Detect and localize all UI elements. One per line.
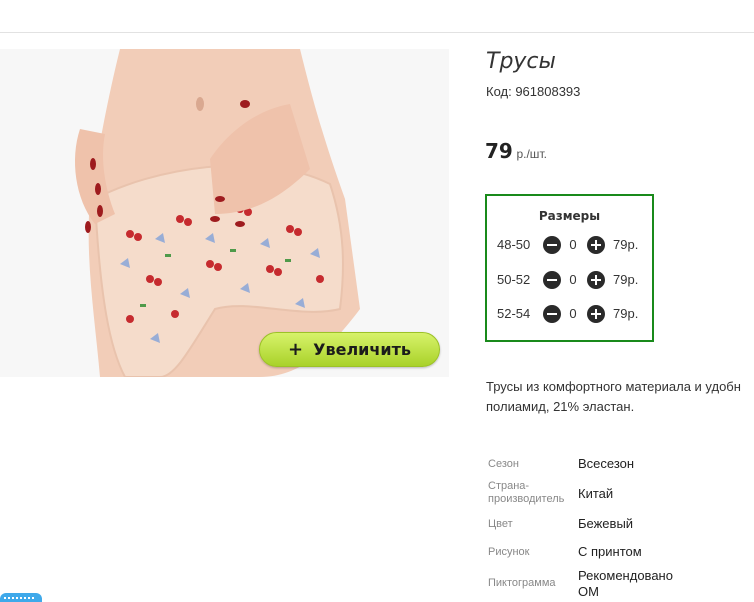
- header-divider: [0, 32, 754, 33]
- product-price: 79 р./шт.: [485, 139, 547, 163]
- description-line: полиамид, 21% эластан.: [486, 399, 635, 414]
- spec-key: Страна- производитель: [488, 480, 565, 505]
- minus-icon[interactable]: [543, 236, 561, 254]
- spec-value: Рекомендовано ОМ: [578, 568, 673, 599]
- plus-icon: +: [288, 339, 304, 360]
- plus-circle-icon[interactable]: [587, 236, 605, 254]
- spec-value: Всесезон: [578, 456, 635, 471]
- size-quantity: 0: [569, 237, 577, 252]
- size-price: 79р.: [613, 237, 639, 252]
- product-description: Трусы из комфортного материала и удобн п…: [486, 377, 754, 417]
- sizes-title: Размеры: [538, 209, 601, 223]
- sizes-panel: Размеры 48-50 0 79р. 50-52 0 79р. 52-54 …: [485, 194, 654, 342]
- product-photo[interactable]: [0, 49, 449, 377]
- size-quantity: 0: [569, 306, 577, 321]
- product-photo-illustration: [75, 49, 361, 377]
- zoom-button-label: Увеличить: [313, 340, 411, 359]
- spec-value: Бежевый: [578, 516, 634, 531]
- size-row: 52-54 0 79р.: [487, 305, 652, 323]
- plus-circle-icon[interactable]: [587, 271, 605, 289]
- size-label: 48-50: [497, 237, 531, 252]
- price-unit: р./шт.: [516, 147, 547, 161]
- chat-widget-tab[interactable]: [0, 593, 42, 602]
- description-line: Трусы из комфортного материала и удобн: [486, 379, 741, 394]
- plus-circle-icon[interactable]: [587, 305, 605, 323]
- product-title: Трусы: [486, 49, 556, 74]
- spec-key: Рисунок: [488, 546, 530, 558]
- size-price: 79р.: [613, 306, 639, 321]
- spec-key: Цвет: [488, 518, 513, 530]
- size-label: 52-54: [497, 306, 531, 321]
- spec-value: С принтом: [578, 544, 642, 559]
- size-row: 48-50 0 79р.: [487, 236, 652, 254]
- size-quantity: 0: [569, 272, 577, 287]
- product-code: Код: 961808393: [486, 84, 581, 99]
- size-price: 79р.: [613, 272, 639, 287]
- size-row: 50-52 0 79р.: [487, 271, 652, 289]
- spec-key: Пиктограмма: [488, 577, 556, 589]
- price-value: 79: [485, 139, 513, 163]
- minus-icon[interactable]: [543, 271, 561, 289]
- zoom-button[interactable]: + Увеличить: [259, 332, 440, 367]
- minus-icon[interactable]: [543, 305, 561, 323]
- spec-value: Китай: [578, 486, 614, 501]
- size-label: 50-52: [497, 272, 531, 287]
- spec-key: Сезон: [488, 458, 519, 470]
